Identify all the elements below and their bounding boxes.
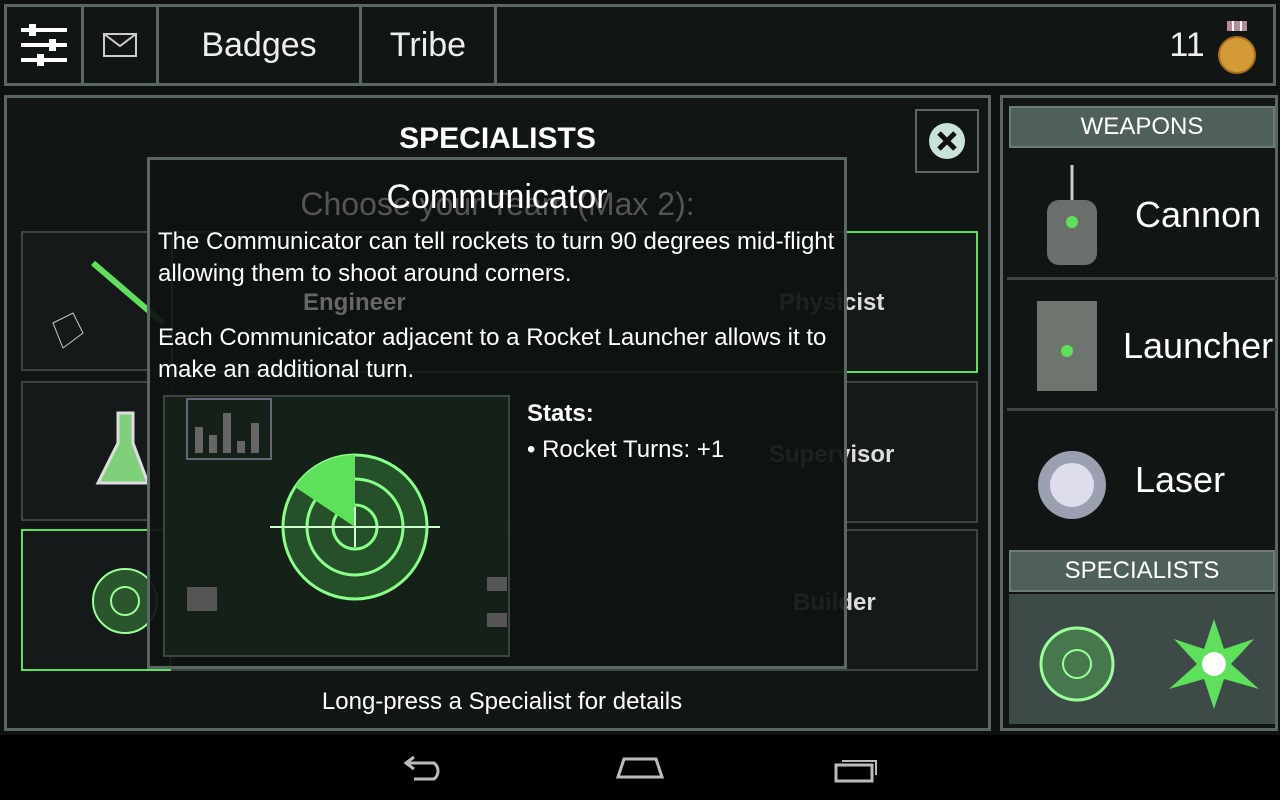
communicator-slot-icon[interactable] — [1039, 626, 1115, 702]
popup-desc-1: The Communicator can tell rockets to tur… — [158, 228, 835, 287]
recent-apps-icon[interactable] — [832, 753, 880, 783]
hint-text: Long-press a Specialist for details — [321, 688, 683, 715]
settings-button[interactable] — [7, 7, 81, 83]
mail-icon — [103, 33, 137, 57]
engineer-label: Engineer — [303, 289, 406, 316]
loadout-sidebar: WEAPONS Cannon Launcher Laser SPECIALIST… — [1000, 95, 1278, 731]
cannon-icon — [1047, 164, 1097, 265]
weapons-header: WEAPONS — [1009, 106, 1275, 148]
selected-specialists — [1009, 594, 1275, 724]
stats-label: Stats: — [527, 400, 594, 427]
stat-item: • Rocket Turns: +1 — [527, 436, 725, 463]
weapon-launcher[interactable]: Launcher — [1007, 283, 1277, 411]
medal-count: 11 — [1169, 25, 1205, 64]
popup-desc-2: Each Communicator adjacent to a Rocket L… — [158, 324, 827, 383]
launcher-label: Launcher — [1123, 324, 1274, 366]
specialists-header: SPECIALISTS — [1009, 550, 1275, 592]
medal-icon — [1215, 19, 1259, 80]
settings-sliders-icon — [21, 24, 67, 66]
physicist-slot-icon[interactable] — [1169, 619, 1259, 709]
stat-rocket-turns: Rocket Turns: +1 — [542, 436, 725, 463]
mail-button[interactable] — [84, 7, 156, 83]
launcher-icon — [1037, 300, 1097, 391]
laser-label: Laser — [1135, 459, 1226, 500]
panel-title: SPECIALISTS — [399, 122, 596, 155]
communicator-image — [163, 395, 510, 657]
close-icon — [929, 123, 965, 159]
popup-title: Communicator — [386, 178, 608, 216]
close-button[interactable] — [915, 109, 979, 173]
laser-icon — [1038, 451, 1106, 519]
home-icon[interactable] — [614, 755, 666, 781]
back-icon[interactable] — [400, 755, 448, 781]
weapon-laser[interactable]: Laser — [1007, 416, 1277, 544]
cannon-label: Cannon — [1135, 193, 1262, 235]
top-bar: Badges Tribe 11 — [4, 4, 1276, 86]
tribe-tab[interactable]: Tribe — [362, 7, 494, 83]
system-nav-bar — [0, 735, 1280, 800]
specialist-detail-popup: Communicator The Communicator can tell r… — [147, 157, 847, 669]
radar-icon — [186, 398, 507, 627]
badges-tab[interactable]: Badges — [159, 7, 359, 83]
weapon-cannon[interactable]: Cannon — [1007, 152, 1277, 280]
